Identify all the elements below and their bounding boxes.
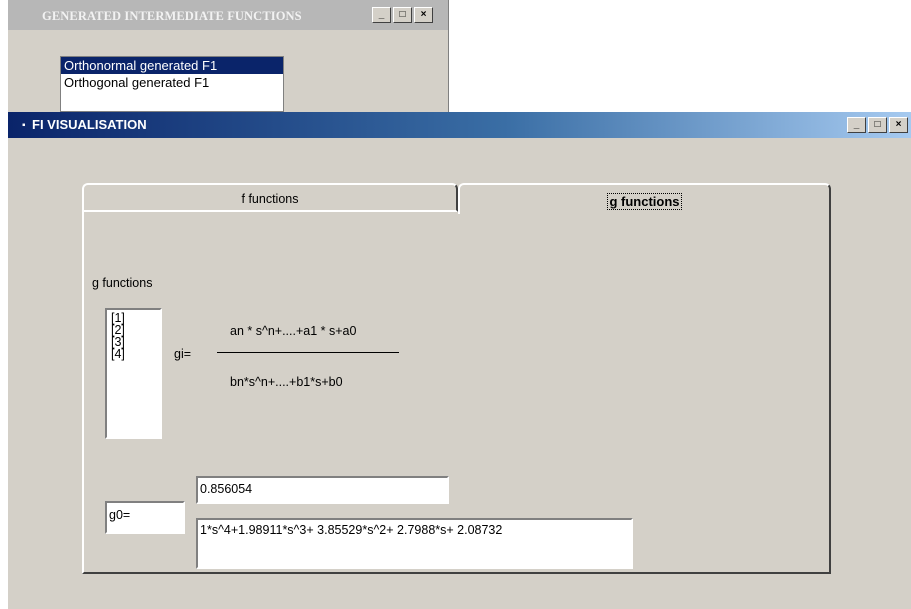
fi-visualisation-window: ▪ FI VISUALISATION _ □ × f functions g f… [8,112,911,609]
tab-f-functions[interactable]: f functions [82,183,458,212]
list-item-orthogonal[interactable]: Orthogonal generated F1 [61,74,283,91]
maximize-button[interactable]: □ [868,117,887,133]
minimize-button[interactable]: _ [847,117,866,133]
g0-label-field[interactable]: g0= [105,501,185,534]
g-index-list[interactable]: [1] [2] [3] [4] [105,308,162,439]
numerator-formula: an * s^n+....+a1 * s+a0 [230,324,357,338]
fraction-divider [217,352,399,353]
generated-functions-window: GENERATED INTERMEDIATE FUNCTIONS _ □ × O… [8,0,449,112]
gi-label: gi= [174,347,192,361]
tab-g-functions-label: g functions [607,193,682,210]
gain-value-field[interactable]: 0.856054 [196,476,449,504]
g-functions-heading: g functions [92,276,153,290]
tab-g-functions[interactable]: g functions [458,183,831,214]
tab-f-functions-label: f functions [241,192,299,206]
denominator-formula: bn*s^n+....+b1*s+b0 [230,375,343,389]
close-button[interactable]: × [889,117,908,133]
list-item-orthonormal[interactable]: Orthonormal generated F1 [61,57,283,74]
close-button[interactable]: × [414,7,433,23]
generated-functions-title: GENERATED INTERMEDIATE FUNCTIONS [42,9,302,23]
window-menu-icon[interactable]: ▪ [22,120,26,131]
fi-visualisation-titlebar[interactable]: ▪ FI VISUALISATION _ □ × [8,112,911,138]
minimize-button[interactable]: _ [372,7,391,23]
generated-functions-list[interactable]: Orthonormal generated F1 Orthogonal gene… [60,56,284,112]
list-item[interactable]: [4] [107,348,160,361]
generated-functions-titlebar[interactable]: GENERATED INTERMEDIATE FUNCTIONS _ □ × [8,0,448,30]
fi-visualisation-title: FI VISUALISATION [32,117,147,132]
generated-functions-window-controls: _ □ × [370,7,433,23]
maximize-button[interactable]: □ [393,7,412,23]
fi-visualisation-window-controls: _ □ × [845,117,908,133]
polynomial-field[interactable]: 1*s^4+1.98911*s^3+ 3.85529*s^2+ 2.7988*s… [196,518,633,569]
